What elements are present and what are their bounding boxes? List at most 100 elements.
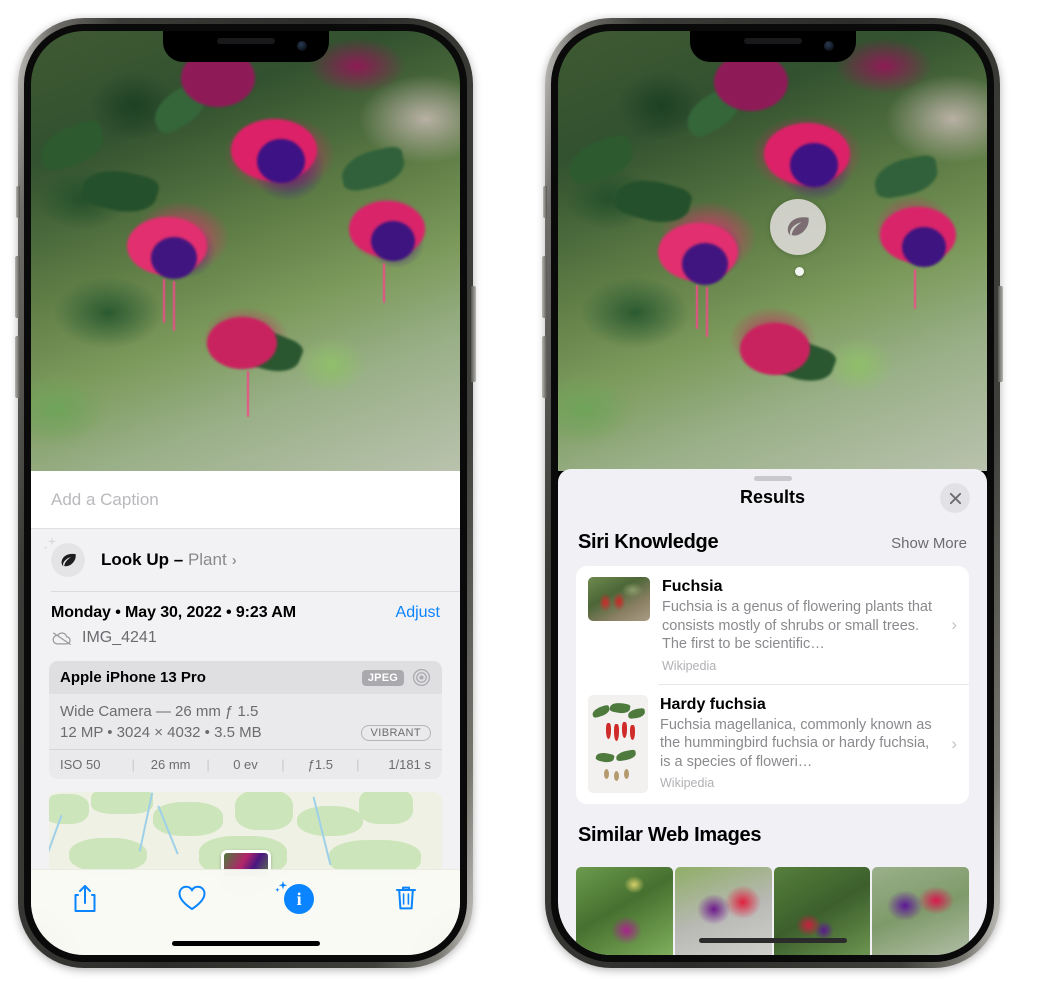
section-title-siri-knowledge: Siri Knowledge xyxy=(578,531,719,553)
map-green-area xyxy=(91,792,153,814)
stamen-shape xyxy=(706,287,708,337)
flower-shape xyxy=(630,724,635,740)
map-green-area xyxy=(49,794,89,824)
visual-look-up-anchor-dot xyxy=(795,267,804,276)
exif-stat-ev: 0 ev xyxy=(233,757,258,772)
leaf-shape xyxy=(595,750,615,764)
web-image-1[interactable] xyxy=(576,867,673,955)
flower-shape xyxy=(740,323,810,375)
stamen-shape xyxy=(914,269,916,309)
earpiece-speaker xyxy=(216,38,275,44)
photo-viewer-right[interactable] xyxy=(558,31,987,471)
bud-shape xyxy=(604,768,609,779)
map-green-area xyxy=(235,792,293,830)
exif-stat-shutter: 1/181 s xyxy=(388,757,431,772)
adjust-button[interactable]: Adjust xyxy=(396,604,440,622)
photo-metadata-block: Monday • May 30, 2022 • 9:23 AM Adjust I… xyxy=(31,591,460,647)
map-green-area xyxy=(69,838,147,872)
filename-row: IMG_4241 xyxy=(51,629,440,647)
bud-shape xyxy=(624,768,629,779)
knowledge-entry-fuchsia[interactable]: Fuchsia Fuchsia is a genus of flowering … xyxy=(576,566,969,684)
leaf-shape xyxy=(615,748,637,762)
share-button[interactable] xyxy=(31,884,138,914)
web-image-4[interactable] xyxy=(872,867,969,955)
flower-shape xyxy=(151,237,197,279)
flower-shape xyxy=(790,143,838,187)
photo-filename: IMG_4241 xyxy=(82,629,157,646)
results-sheet: Results Siri Knowledge Show More Fuchsia… xyxy=(558,469,987,955)
front-camera xyxy=(296,41,307,51)
show-more-button[interactable]: Show More xyxy=(891,535,967,552)
siri-knowledge-header: Siri Knowledge Show More xyxy=(558,525,987,554)
entry-thumbnail xyxy=(588,577,650,621)
volume-down-button-left[interactable] xyxy=(15,336,20,398)
leaf-icon xyxy=(43,537,85,577)
entry-body: Fuchsia Fuchsia is a genus of flowering … xyxy=(662,577,949,673)
leaf-shape xyxy=(627,707,646,719)
iphone-right-visual-lookup: Results Siri Knowledge Show More Fuchsia… xyxy=(542,18,1003,968)
favorite-button[interactable] xyxy=(138,884,245,912)
chevron-right-icon: › xyxy=(951,733,957,753)
leaf-glyph xyxy=(61,553,76,566)
ring-silent-switch-left[interactable] xyxy=(16,186,20,218)
volume-up-button-left[interactable] xyxy=(15,256,20,318)
home-indicator-left[interactable] xyxy=(171,941,320,946)
map-green-area xyxy=(297,806,363,836)
volume-up-button-right[interactable] xyxy=(542,256,547,318)
share-icon xyxy=(74,885,96,912)
stamen-shape xyxy=(163,279,165,323)
notch-right xyxy=(689,31,856,62)
delete-button[interactable] xyxy=(353,884,460,912)
exif-stat-iso: ISO 50 xyxy=(60,757,101,772)
leaf-shape xyxy=(609,700,631,715)
entry-title: Fuchsia xyxy=(662,578,723,595)
aperture-icon xyxy=(412,668,431,687)
exif-card[interactable]: Apple iPhone 13 Pro JPEG Wide Camera — 2… xyxy=(49,661,442,779)
format-badge: JPEG xyxy=(361,669,404,686)
close-button[interactable] xyxy=(940,483,970,513)
screen-left: Add a Caption Look Up – Plant › Monday •… xyxy=(31,31,460,955)
exif-lens-line: Wide Camera — 26 mm ƒ 1.5 xyxy=(60,703,259,720)
entry-body: Hardy fuchsia Fuchsia magellanica, commo… xyxy=(660,695,949,793)
earpiece-speaker xyxy=(743,38,802,44)
flower-shape xyxy=(682,243,728,285)
similar-web-images-header: Similar Web Images xyxy=(558,804,987,847)
date-row: Monday • May 30, 2022 • 9:23 AM Adjust xyxy=(51,604,440,622)
exif-stat-focal: 26 mm xyxy=(150,757,191,772)
heart-icon xyxy=(178,885,206,911)
stamen-shape xyxy=(383,263,385,303)
close-icon xyxy=(949,492,961,504)
visual-look-up-badge[interactable] xyxy=(770,199,826,255)
screenshot-root: Add a Caption Look Up – Plant › Monday •… xyxy=(0,0,1055,985)
info-icon-filled: i xyxy=(284,884,315,914)
flower-shape xyxy=(606,722,611,739)
exif-stats-row: ISO 50 | 26 mm | 0 ev | ƒ1.5 | 1/181 s xyxy=(49,749,442,779)
ring-silent-switch-right[interactable] xyxy=(543,186,547,218)
exif-header: Apple iPhone 13 Pro JPEG xyxy=(49,661,442,694)
home-indicator-right[interactable] xyxy=(698,938,847,943)
range-badge: VIBRANT xyxy=(360,724,431,741)
power-button-left[interactable] xyxy=(471,286,476,382)
photo-viewer-left[interactable] xyxy=(31,31,460,471)
look-up-row[interactable]: Look Up – Plant › xyxy=(31,529,460,591)
entry-source: Wikipedia xyxy=(660,776,715,790)
flower-shape xyxy=(614,723,619,741)
chevron-right-icon: › xyxy=(231,552,237,569)
trash-icon xyxy=(396,886,417,910)
flower-shape xyxy=(207,317,277,369)
stamen-shape xyxy=(696,285,698,329)
siri-knowledge-card: Fuchsia Fuchsia is a genus of flowering … xyxy=(576,566,969,804)
location-map-thumbnail[interactable] xyxy=(49,792,442,876)
volume-down-button-right[interactable] xyxy=(542,336,547,398)
info-button[interactable]: i xyxy=(246,881,353,914)
exif-size-row: 12 MP • 3024 × 4032 • 3.5 MB VIBRANT xyxy=(60,724,431,741)
power-button-right[interactable] xyxy=(998,286,1003,382)
map-green-area xyxy=(359,792,413,824)
results-title: Results xyxy=(739,486,806,507)
exif-body: Wide Camera — 26 mm ƒ 1.5 12 MP • 3024 ×… xyxy=(49,694,442,749)
look-up-separator: – xyxy=(173,550,184,569)
leaf-shape xyxy=(591,703,611,719)
caption-placeholder: Add a Caption xyxy=(51,489,159,509)
caption-input-row[interactable]: Add a Caption xyxy=(31,471,460,529)
knowledge-entry-hardy-fuchsia[interactable]: Hardy fuchsia Fuchsia magellanica, commo… xyxy=(576,683,969,804)
